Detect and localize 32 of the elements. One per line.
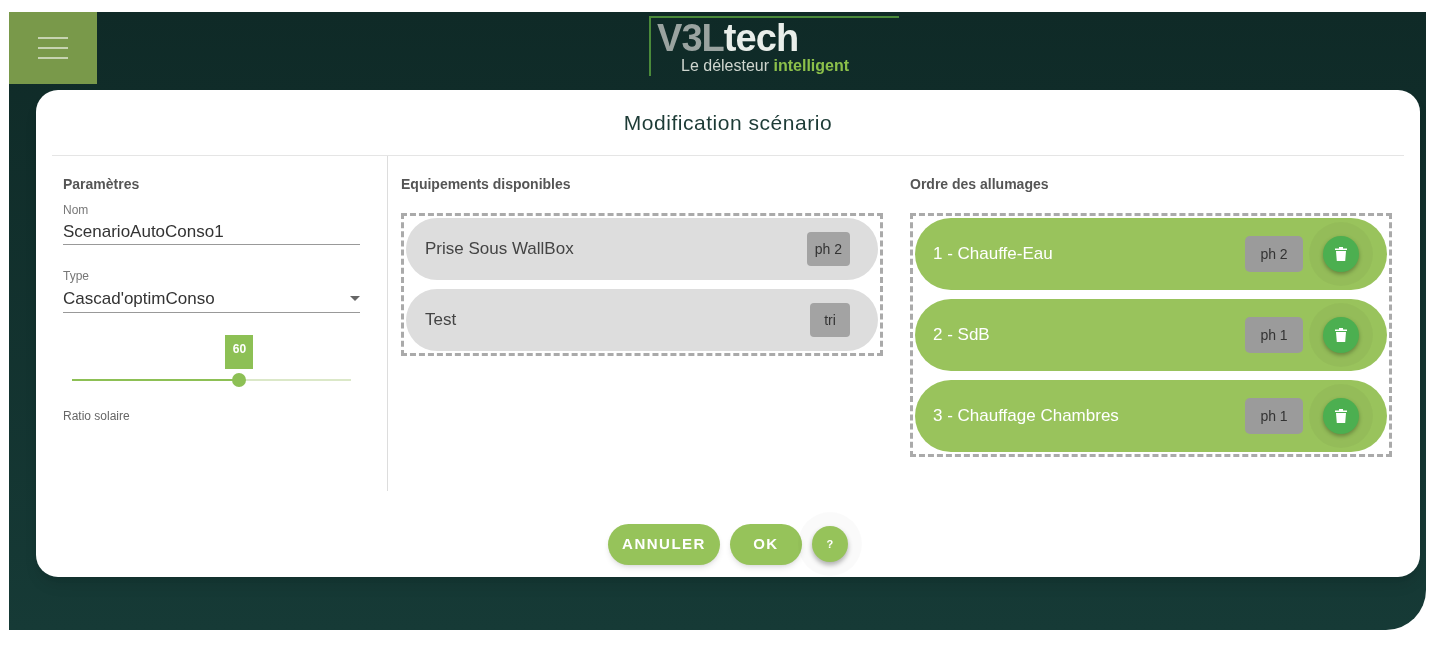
phase-badge: ph 2: [1245, 236, 1303, 272]
equipment-item[interactable]: Prise Sous WallBox ph 2: [406, 218, 878, 280]
trash-icon: [1335, 409, 1347, 423]
phase-badge: ph 2: [806, 232, 850, 266]
name-field[interactable]: ScenarioAutoConso1: [63, 219, 360, 245]
section-heading: Paramètres: [63, 175, 141, 194]
trash-icon: [1335, 247, 1347, 261]
delete-button[interactable]: [1323, 317, 1359, 353]
logo-text: V3Ltech: [657, 18, 800, 58]
field-label: Type: [63, 268, 90, 285]
trash-icon: [1335, 328, 1347, 342]
slider-value-label: 60: [225, 335, 254, 369]
delete-button[interactable]: [1323, 236, 1359, 272]
section-heading: Ordre des allumages: [910, 175, 1050, 194]
slider-label: Ratio solaire: [63, 408, 131, 425]
menu-icon: [37, 36, 69, 60]
section-heading: Equipements disponibles: [401, 175, 572, 194]
field-label: Nom: [63, 202, 90, 219]
equipment-item[interactable]: Test tri: [406, 289, 878, 351]
dialog-title: Modification scénario: [52, 90, 1404, 156]
phase-badge: ph 1: [1245, 398, 1303, 434]
slider-thumb[interactable]: [232, 373, 247, 387]
phase-badge: tri: [810, 303, 850, 337]
dropdown-caret-icon: [350, 296, 360, 301]
sequence-item[interactable]: 2 - SdB ph 1: [915, 299, 1387, 371]
sequence-item[interactable]: 3 - Chauffage Chambres ph 1: [915, 380, 1387, 452]
sequence-item[interactable]: 1 - Chauffe-Eau ph 2: [915, 218, 1387, 290]
menu-button[interactable]: [9, 12, 97, 84]
phase-badge: ph 1: [1245, 317, 1303, 353]
logo-tagline: Le délesteur intelligent: [680, 58, 851, 74]
delete-button[interactable]: [1323, 398, 1359, 434]
type-select[interactable]: Cascad'optimConso: [63, 285, 360, 313]
